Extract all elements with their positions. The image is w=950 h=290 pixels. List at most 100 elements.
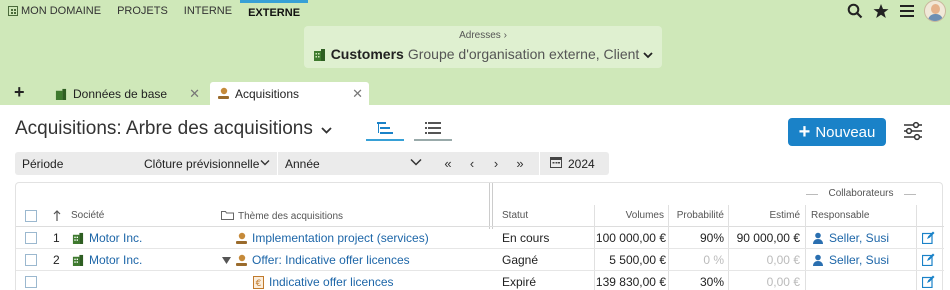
filter-settings-button[interactable] (902, 121, 924, 143)
context-selector[interactable]: Adresses › Customers Groupe d'organisati… (304, 26, 662, 68)
year-picker[interactable]: 2024 (539, 152, 602, 175)
chevron-left-icon[interactable]: ‹ (460, 156, 484, 171)
nav-projets[interactable]: PROJETS (109, 0, 176, 22)
building-icon (54, 87, 68, 101)
edit-icon[interactable] (922, 275, 935, 288)
volumes-cell: 100 000,00 € (595, 231, 666, 245)
nav-mon-domaine[interactable]: MON DOMAINE (0, 0, 109, 22)
context-title[interactable]: Customers Groupe d'organisation externe,… (304, 46, 662, 62)
header-volumes[interactable]: Volumes (594, 210, 664, 221)
responsable-cell[interactable]: Seller, Susi (811, 253, 889, 267)
context-name: Customers (330, 46, 404, 62)
row-checkbox[interactable] (25, 254, 37, 266)
theme-link[interactable]: Offer: Indicative offer licences (252, 253, 410, 267)
tab-donnees-de-base[interactable]: Données de base ✕ (48, 82, 206, 105)
theme-cell[interactable]: € Indicative offer licences (251, 275, 394, 289)
societe-link[interactable]: Motor Inc. (89, 231, 142, 245)
select-all-checkbox[interactable] (25, 210, 37, 222)
theme-link[interactable]: Implementation project (services) (252, 231, 429, 245)
expand-toggle[interactable] (222, 253, 231, 267)
societe-link[interactable]: Motor Inc. (89, 253, 142, 267)
tab-label: Acquisitions (235, 86, 300, 101)
folder-icon (221, 210, 234, 223)
table-row[interactable]: € Indicative offer licences Expiré 139 8… (16, 271, 944, 290)
page-title[interactable]: Acquisitions: Arbre des acquisitions (15, 118, 332, 140)
top-icons (846, 0, 946, 22)
annee-text: Année (285, 156, 320, 171)
nav-interne[interactable]: INTERNE (176, 0, 240, 22)
tab-acquisitions[interactable]: Acquisitions ✕ (210, 82, 369, 105)
double-chevron-right-icon[interactable]: » (508, 156, 532, 171)
menu-icon[interactable] (898, 2, 916, 20)
volumes-cell: 5 500,00 € (609, 253, 666, 267)
breadcrumb-label: Adresses (459, 30, 501, 41)
header-societe[interactable]: Société (71, 210, 104, 221)
add-tab-button[interactable]: + (14, 83, 30, 101)
list-icon (425, 121, 441, 137)
header-estime[interactable]: Estimé (728, 210, 800, 221)
double-chevron-left-icon[interactable]: « (436, 156, 460, 171)
responsable-link[interactable]: Seller, Susi (829, 253, 889, 267)
periode-text: Période (22, 156, 64, 171)
cloture-text: Clôture prévisionnelle (144, 156, 260, 171)
header-theme[interactable]: Thème des acquisitions (221, 210, 343, 223)
row-number: 2 (53, 253, 60, 267)
header-statut[interactable]: Statut (502, 210, 528, 221)
chevron-down-icon (260, 158, 270, 169)
new-button[interactable]: + Nouveau (788, 118, 886, 146)
nav-label: EXTERNE (248, 6, 301, 19)
tab-label: Données de base (73, 86, 168, 101)
periode-label: Période (15, 152, 137, 175)
theme-cell[interactable]: Offer: Indicative offer licences (234, 253, 410, 267)
responsable-link[interactable]: Seller, Susi (829, 231, 889, 245)
money-hand-icon (234, 253, 248, 267)
sort-arrow-icon[interactable] (53, 210, 61, 224)
star-icon[interactable] (872, 2, 890, 20)
nav-label: PROJETS (117, 5, 168, 17)
estime-cell: 0,00 € (766, 253, 800, 267)
cloture-select[interactable]: Clôture prévisionnelle (137, 152, 277, 175)
building-icon (71, 231, 85, 245)
money-hand-icon (234, 231, 248, 245)
page-title-label: Acquisitions: Arbre des acquisitions (15, 118, 313, 139)
chevron-down-icon (643, 46, 653, 62)
table-row[interactable]: 2 Motor Inc. Offer: Indicative offer lic… (16, 249, 944, 271)
close-icon[interactable]: ✕ (189, 86, 200, 102)
money-hand-icon (216, 87, 230, 101)
theme-link[interactable]: Indicative offer licences (269, 275, 394, 289)
building-icon (71, 253, 85, 267)
building-icon (313, 47, 327, 61)
societe-cell[interactable]: Motor Inc. (71, 253, 142, 267)
header-theme-label: Thème des acquisitions (238, 211, 344, 222)
user-avatar[interactable] (924, 0, 946, 22)
search-icon[interactable] (846, 2, 864, 20)
header-responsable[interactable]: Responsable (811, 210, 869, 221)
list-view-button[interactable] (414, 119, 452, 141)
year-value: 2024 (568, 156, 595, 171)
nav-externe[interactable]: EXTERNE (240, 0, 309, 22)
chevron-right-icon[interactable]: › (484, 156, 508, 171)
statut-cell: Gagné (502, 253, 539, 267)
estime-cell: 0,00 € (766, 275, 800, 289)
person-icon (811, 231, 825, 245)
nav-label: INTERNE (183, 5, 233, 17)
offer-document-icon: € (251, 275, 265, 289)
societe-cell[interactable]: Motor Inc. (71, 231, 142, 245)
annee-select[interactable]: Année (277, 152, 429, 175)
row-checkbox[interactable] (25, 276, 37, 288)
close-icon[interactable]: ✕ (352, 86, 363, 102)
responsable-cell[interactable]: Seller, Susi (811, 231, 889, 245)
tree-view-button[interactable] (366, 119, 404, 141)
table-row[interactable]: 1 Motor Inc. Implementation project (ser… (16, 227, 944, 249)
probabilite-cell: 0 % (703, 253, 724, 267)
filter-bar: Période Clôture prévisionnelle Année « ‹… (15, 152, 609, 175)
row-checkbox[interactable] (25, 232, 37, 244)
edit-icon[interactable] (922, 231, 935, 244)
triangle-down-icon (222, 253, 231, 267)
header-probabilite[interactable]: Probabilité (668, 210, 724, 221)
context-breadcrumb[interactable]: Adresses › (304, 30, 662, 41)
context-subtitle: Groupe d'organisation externe, Client (407, 46, 640, 62)
calendar-icon (550, 156, 562, 171)
theme-cell[interactable]: Implementation project (services) (234, 231, 429, 245)
edit-icon[interactable] (922, 253, 935, 266)
